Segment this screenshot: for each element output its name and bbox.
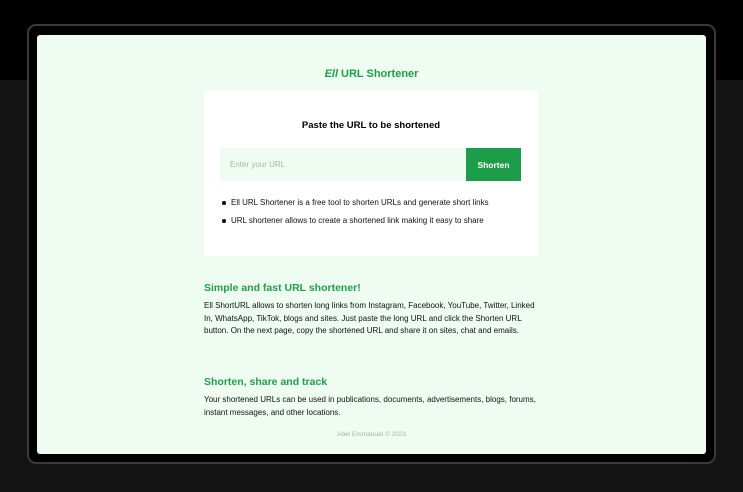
section-heading: Shorten, share and track [204,376,328,388]
feature-list: Ell URL Shortener is a free tool to shor… [222,198,531,234]
url-input[interactable] [220,148,466,181]
shortener-card: Paste the URL to be shortened Shorten El… [204,91,538,256]
card-title: Paste the URL to be shortened [301,120,441,131]
shorten-button[interactable]: Shorten [466,148,521,181]
app-viewport: Ell URL Shortener Paste the URL to be sho… [37,35,706,454]
url-form: Shorten [220,148,521,181]
feature-list-item: URL shortener allows to create a shorten… [222,216,531,226]
section-body: Ell ShortURL allows to shorten long link… [204,301,535,335]
brand-name: URL Shortener [341,68,419,80]
section-heading: Simple and fast URL shortener! [204,282,361,294]
brand-logo[interactable]: Ell URL Shortener [37,68,706,80]
brand-mark: Ell [324,68,339,80]
info-section-simple: Simple and fast URL shortener! Ell Short… [204,282,538,338]
info-section-share: Shorten, share and track Your shortened … [204,376,538,419]
feature-list-item: Ell URL Shortener is a free tool to shor… [222,198,531,208]
section-body: Your shortened URLs can be used in publi… [204,395,536,417]
footer-credit: Abel Emmanuel © 2023 [337,431,406,438]
